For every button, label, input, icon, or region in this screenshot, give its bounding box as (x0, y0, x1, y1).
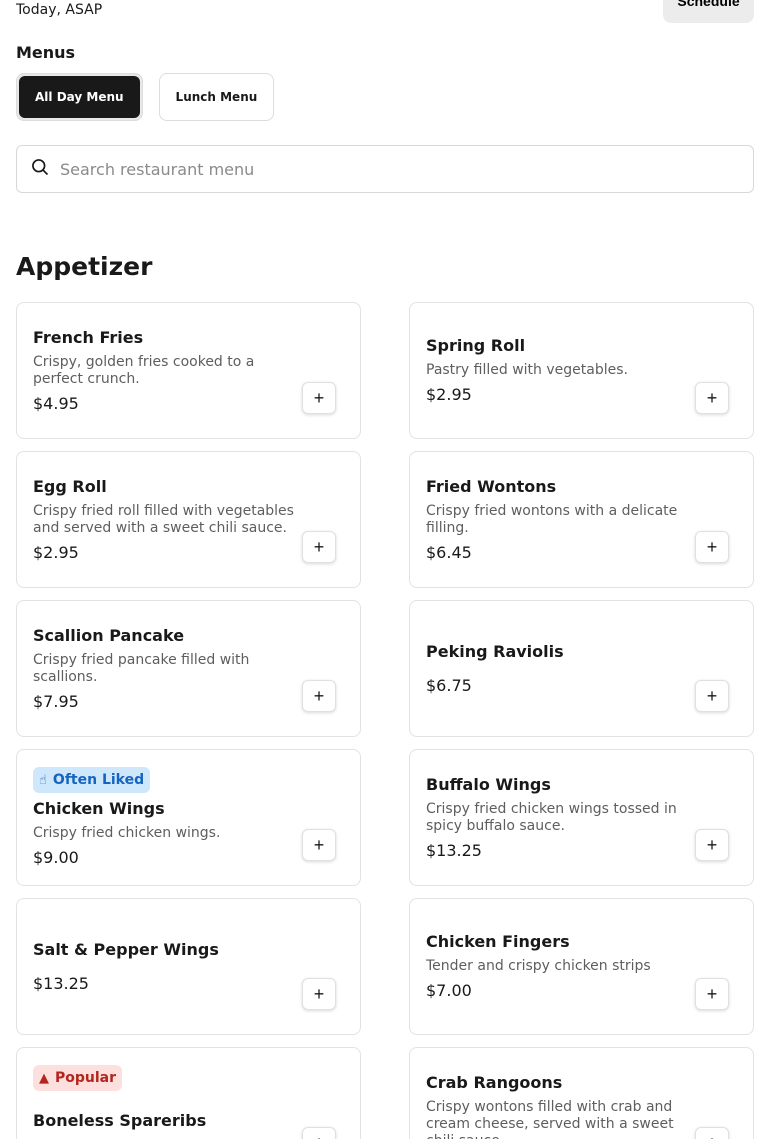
item-price: $13.25 (426, 840, 482, 860)
menu-item-card[interactable]: French Fries Crispy, golden fries cooked … (16, 302, 361, 439)
menu-item-body: French Fries Crispy, golden fries cooked … (33, 303, 304, 438)
item-price: $4.95 (33, 393, 79, 413)
menu-item-card[interactable]: Egg Roll Crispy fried roll filled with ve… (16, 451, 361, 588)
tab-all-day-menu[interactable]: All Day Menu (19, 76, 140, 118)
item-description: Crispy, golden fries cooked to a perfect… (33, 353, 255, 387)
search-icon (30, 157, 50, 181)
menu-item-card[interactable]: ▲ Popular Boneless Spareribs + (16, 1047, 361, 1139)
menu-item-body: Scallion Pancake Crispy fried pancake fil… (33, 601, 304, 736)
header-row: Today, ASAP Schedule (16, 0, 754, 24)
item-badge-label: Popular (55, 1070, 117, 1086)
section-title: Appetizer (16, 252, 153, 281)
item-badge: ▲ Popular (33, 1065, 123, 1091)
menu-item-body: Buffalo Wings Crispy fried chicken wings … (426, 750, 697, 885)
item-price: $6.75 (426, 675, 472, 695)
menu-item-body: Spring Roll Pastry filled with vegetables… (426, 303, 697, 438)
item-name: Fried Wontons (426, 476, 557, 496)
menu-tabs: All Day Menu Lunch Menu (16, 73, 275, 121)
item-name: Peking Raviolis (426, 641, 564, 661)
menu-item-card[interactable]: Crab Rangoons Crispy wontons filled with … (409, 1047, 754, 1139)
menu-item-card[interactable]: Spring Roll Pastry filled with vegetables… (409, 302, 754, 439)
item-price: $7.95 (33, 691, 79, 711)
item-description: Crispy fried roll filled with vegetables… (33, 502, 294, 536)
add-to-cart-button[interactable]: + (302, 382, 336, 414)
item-price: $13.25 (33, 973, 89, 993)
item-badge: ☝ Often Liked (33, 767, 151, 793)
item-description: Crispy fried chicken wings tossed in spi… (426, 800, 677, 834)
menu-item-body: Crab Rangoons Crispy wontons filled with … (426, 1048, 697, 1139)
menu-item-card[interactable]: ☝ Often Liked Chicken Wings Crispy fried ch… (16, 749, 361, 886)
add-to-cart-button[interactable]: + (302, 978, 336, 1010)
fire-icon: ▲ (39, 1070, 49, 1086)
tab-all-day-menu-wrap: All Day Menu (16, 73, 143, 121)
menu-item-card[interactable]: Buffalo Wings Crispy fried chicken wings … (409, 749, 754, 886)
item-description: Crispy fried chicken wings. (33, 825, 221, 841)
add-to-cart-button[interactable]: + (302, 1127, 336, 1139)
item-description: Tender and crispy chicken strips (426, 958, 651, 974)
item-price: $9.00 (33, 848, 79, 867)
menu-item-body: Egg Roll Crispy fried roll filled with ve… (33, 452, 304, 587)
search-input[interactable] (60, 159, 700, 179)
item-name: Crab Rangoons (426, 1073, 563, 1092)
item-description: Pastry filled with vegetables. (426, 362, 628, 378)
add-to-cart-button[interactable]: + (695, 531, 729, 563)
thumbs-up-icon: ☝ (39, 772, 47, 788)
item-price: $2.95 (426, 385, 472, 404)
add-to-cart-button[interactable]: + (302, 531, 336, 563)
menu-item-card[interactable]: Chicken Fingers Tender and crispy chicken… (409, 898, 754, 1035)
item-name: Egg Roll (33, 476, 107, 496)
schedule-button[interactable]: Schedule (663, 0, 754, 23)
menu-item-body: Peking Raviolis $6.75 (426, 601, 697, 736)
menu-item-card[interactable]: Scallion Pancake Crispy fried pancake fil… (16, 600, 361, 737)
item-name: Chicken Wings (33, 799, 165, 818)
item-name: Boneless Spareribs (33, 1111, 207, 1130)
tab-lunch-menu[interactable]: Lunch Menu (158, 73, 275, 121)
menu-item-body: ☝ Often Liked Chicken Wings Crispy fried ch… (33, 750, 304, 885)
add-to-cart-button[interactable]: + (302, 829, 336, 861)
item-badge-label: Often Liked (52, 772, 145, 788)
item-name: Spring Roll (426, 336, 526, 355)
item-price: $2.95 (33, 542, 79, 562)
menu-item-card[interactable]: Peking Raviolis $6.75 + (409, 600, 754, 737)
add-to-cart-button[interactable]: + (695, 680, 729, 712)
menu-item-card[interactable]: Salt & Pepper Wings $13.25 + (16, 898, 361, 1035)
menus-label: Menus (16, 43, 76, 62)
menu-item-body: Fried Wontons Crispy fried wontons with a… (426, 452, 697, 587)
item-name: Salt & Pepper Wings (33, 939, 219, 959)
item-description: Crispy fried wontons with a delicate fil… (426, 502, 678, 536)
item-name: Buffalo Wings (426, 774, 551, 794)
item-name: Scallion Pancake (33, 625, 185, 645)
add-to-cart-button[interactable]: + (695, 382, 729, 414)
item-price: $7.00 (426, 981, 472, 1000)
item-description: Crispy wontons filled with crab and crea… (426, 1099, 674, 1139)
add-to-cart-button[interactable]: + (695, 978, 729, 1010)
add-to-cart-button[interactable]: + (695, 829, 729, 861)
menu-item-card[interactable]: Fried Wontons Crispy fried wontons with a… (409, 451, 754, 588)
menu-item-body: Chicken Fingers Tender and crispy chicken… (426, 899, 697, 1034)
delivery-time[interactable]: Today, ASAP (16, 2, 102, 18)
add-to-cart-button[interactable]: + (302, 680, 336, 712)
menu-item-body: Salt & Pepper Wings $13.25 (33, 899, 304, 1034)
add-to-cart-button[interactable]: + (695, 1127, 729, 1139)
search-bar[interactable] (16, 145, 754, 193)
item-description: Crispy fried pancake filled with scallio… (33, 651, 250, 685)
item-price: $6.45 (426, 542, 472, 562)
item-name: Chicken Fingers (426, 932, 570, 951)
item-name: French Fries (33, 327, 144, 347)
menu-item-body: ▲ Popular Boneless Spareribs (33, 1048, 304, 1139)
